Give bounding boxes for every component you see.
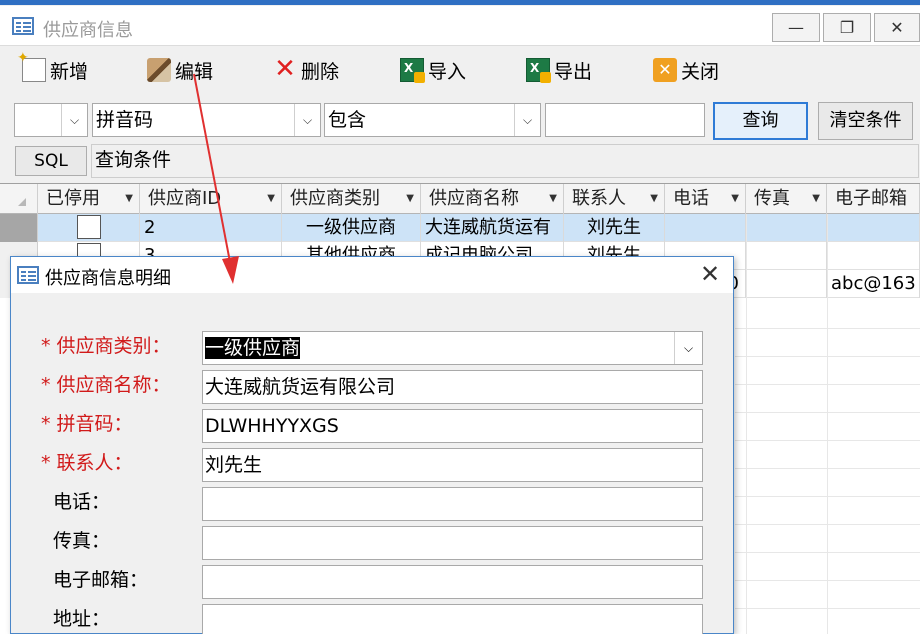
annotation-arrow [193,73,239,284]
